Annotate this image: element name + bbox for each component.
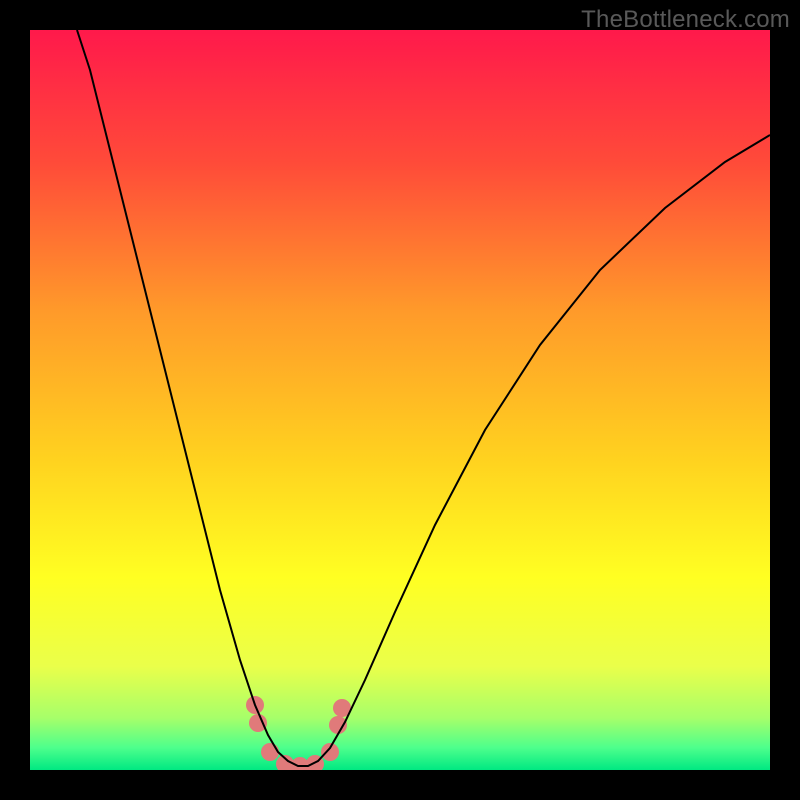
curve-layer — [30, 30, 770, 770]
trough-marker — [249, 714, 267, 732]
trough-marker — [321, 743, 339, 761]
watermark-label: TheBottleneck.com — [581, 6, 790, 34]
chart-frame: TheBottleneck.com — [0, 0, 800, 800]
plot-area — [30, 30, 770, 770]
trough-markers — [246, 696, 351, 770]
bottleneck-curve — [77, 30, 770, 766]
trough-marker — [261, 743, 279, 761]
